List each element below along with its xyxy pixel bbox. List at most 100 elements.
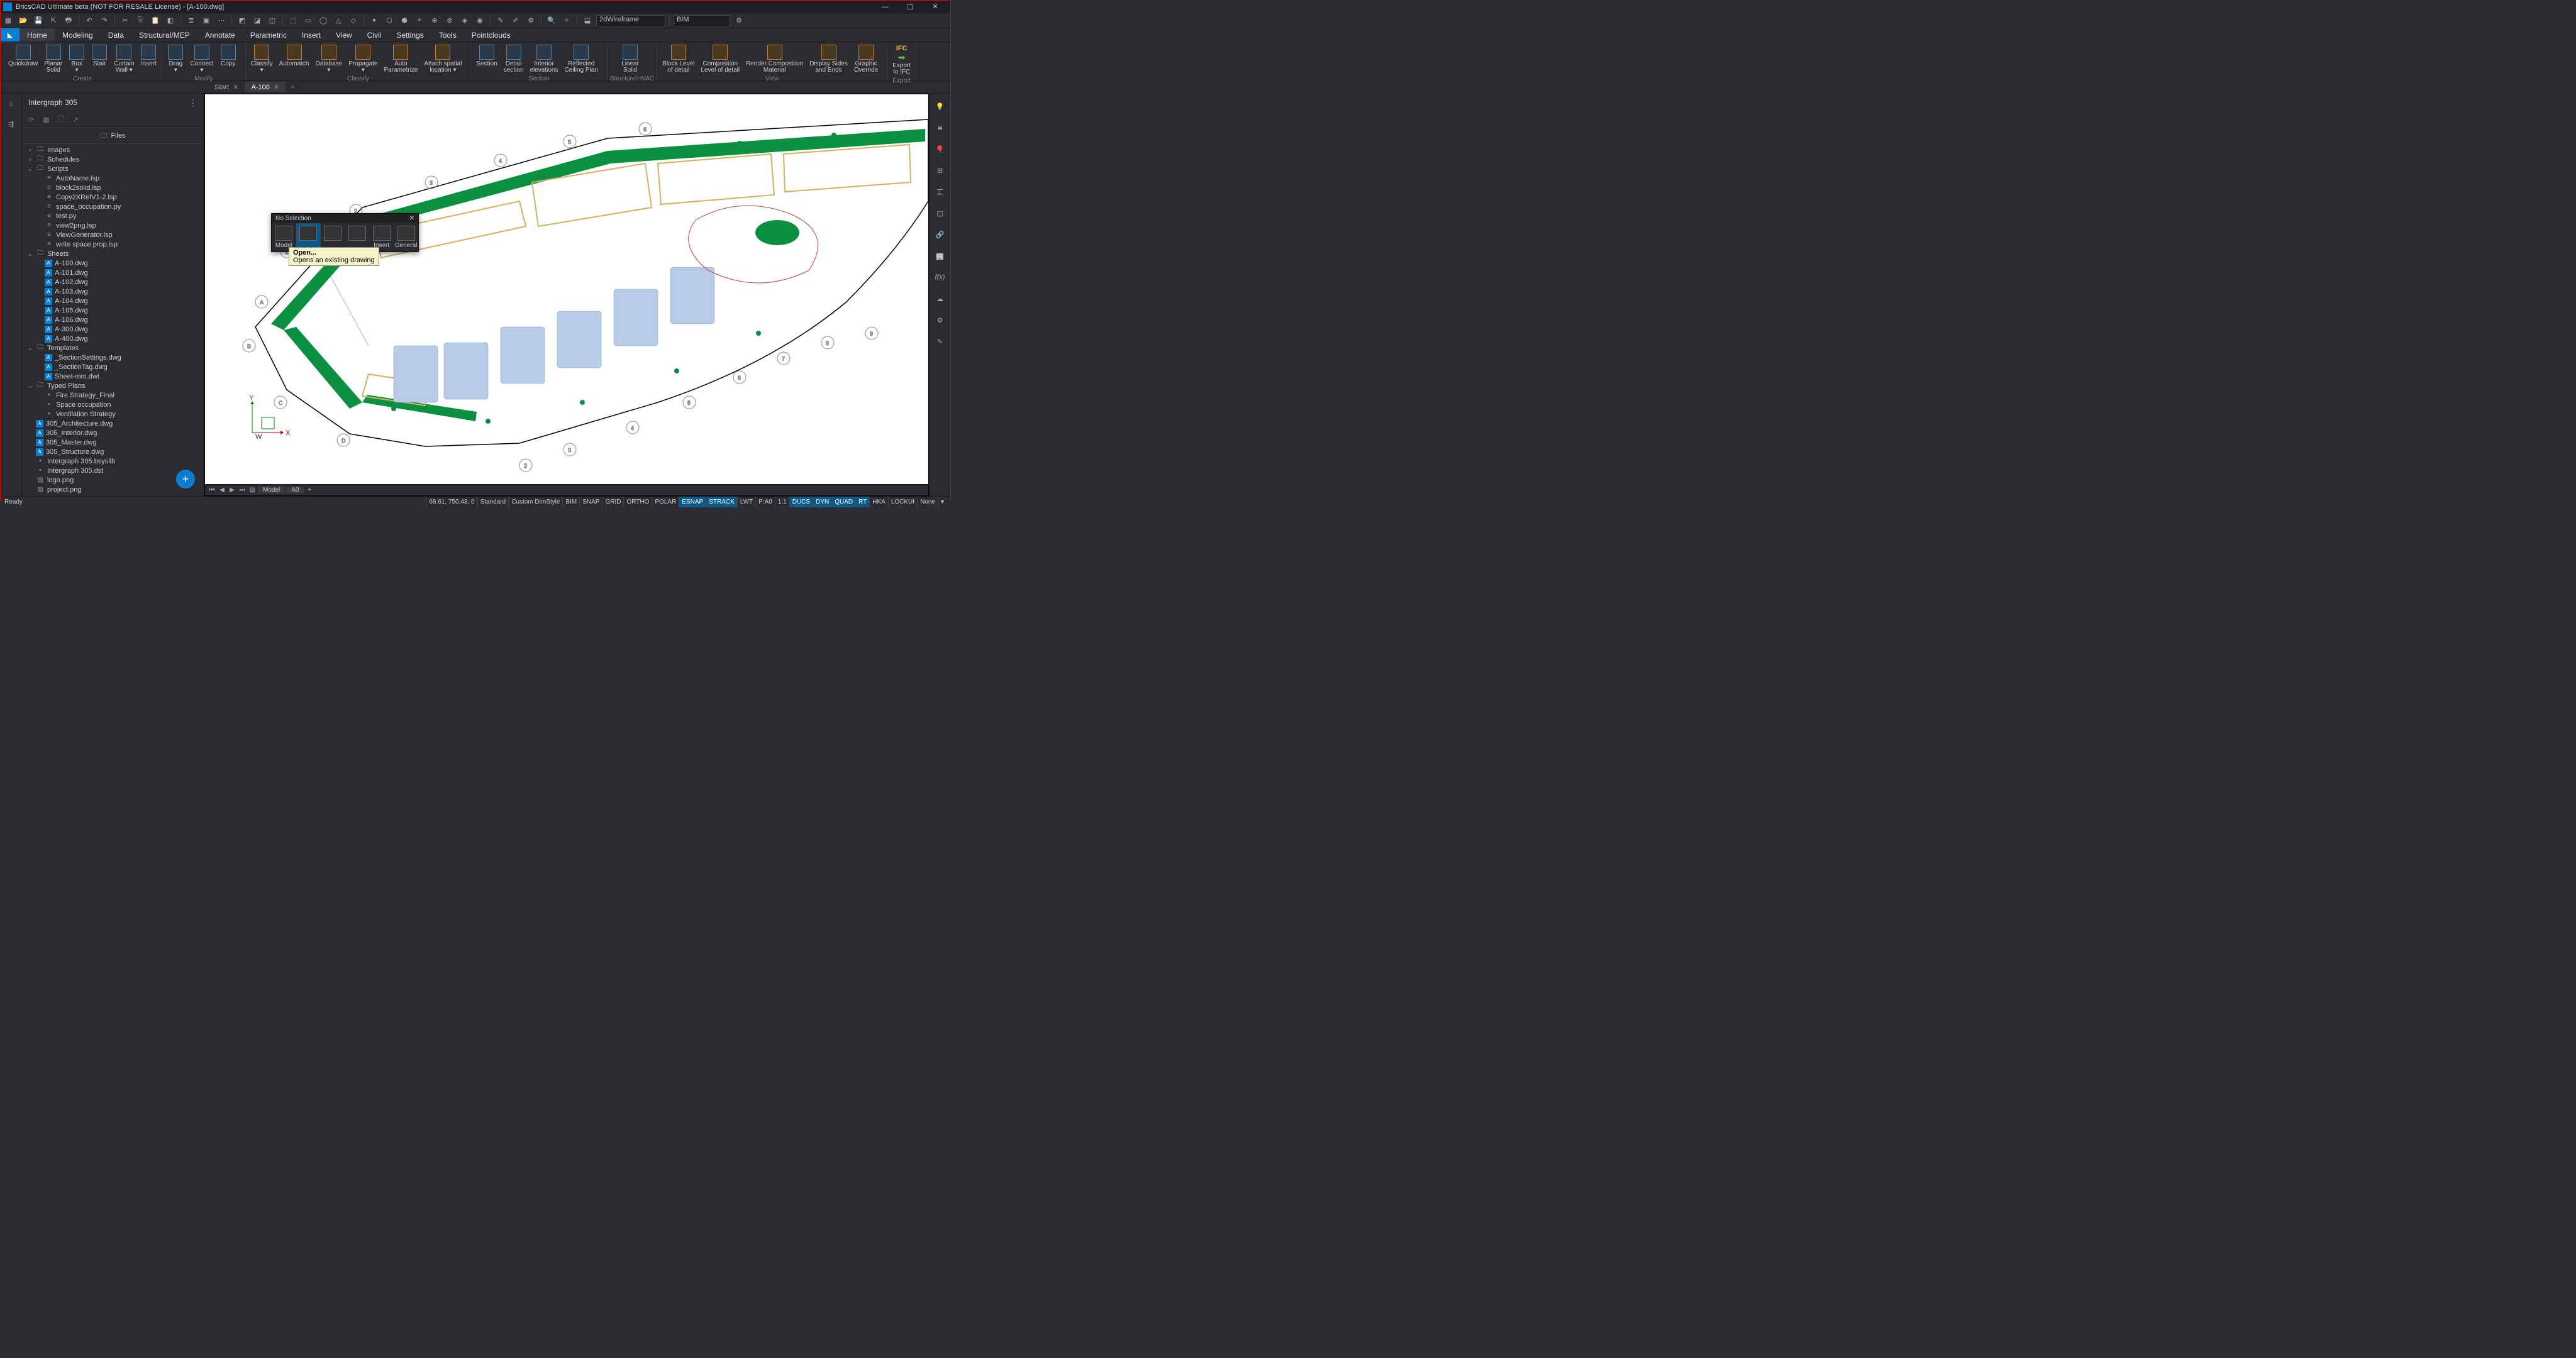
qat-icon[interactable]: ⊗ [443,14,456,27]
tree-dwg--sectiontag-dwg[interactable]: A_SectionTag.dwg [22,362,204,372]
menu-modeling[interactable]: Modeling [55,28,101,41]
menu-tools[interactable]: Tools [431,28,464,41]
files-tab[interactable]: 🗀 Files [22,128,204,144]
status-none[interactable]: None [917,497,938,507]
ribbon-render-composition-button[interactable]: Render Composition Material [743,43,806,75]
qat-icon[interactable]: ⌖ [413,14,426,27]
visual-style-combo[interactable]: 2dWireframe [596,15,665,26]
ribbon-curtain-button[interactable]: Curtain Wall ▾ [111,43,136,75]
qat-layer-icon[interactable]: ≣ [185,14,197,27]
export-ifc-button[interactable]: IFC ➡ Export to IFC [890,43,913,77]
app-menu-button[interactable]: ◣ [1,28,19,41]
status-lockui[interactable]: LOCKUI [888,497,917,507]
box-icon[interactable]: ◫ [934,207,947,219]
ribbon-block-level-button[interactable]: Block Level of detail [660,43,697,75]
link-icon[interactable]: 🔗 [934,228,947,241]
tab-first-icon[interactable]: ⏮ [208,487,216,494]
qat-redo-icon[interactable]: ↷ [98,14,111,27]
tree-dwg-a-106-dwg[interactable]: AA-106.dwg [22,315,204,324]
bim-icon[interactable]: 🏢 [934,250,947,262]
qat-icon[interactable]: ⬚ [287,14,299,27]
tree-dwg-a-100-dwg[interactable]: AA-100.dwg [22,258,204,268]
ribbon-drag-button[interactable]: Drag ▾ [165,43,186,75]
qat-block-icon[interactable]: ▣ [200,14,213,27]
tree-folder-scripts[interactable]: ⌄🗀Scripts [22,164,204,174]
tree-dwg-a-105-dwg[interactable]: AA-105.dwg [22,306,204,315]
status-p-a0[interactable]: P:A0 [755,497,775,507]
structure-icon[interactable]: ⇶ [5,118,18,130]
ribbon-propagate-button[interactable]: Propagate ▾ [346,43,380,75]
qat-save-icon[interactable]: 💾 [32,14,45,27]
tree-script-write-space-prop-lsp[interactable]: ≡write space prop.lsp [22,240,204,249]
tree-script-block2solid-lsp[interactable]: ≡block2solid.lsp [22,183,204,192]
ribbon-copy-button[interactable]: Copy [218,43,239,75]
grid-icon[interactable]: ▦ [43,116,49,124]
qat-undo-icon[interactable]: ↶ [83,14,96,27]
tree-folder-sheets[interactable]: ⌄🗀Sheets [22,249,204,258]
menu-structural/mep[interactable]: Structural/MEP [131,28,197,41]
refresh-icon[interactable]: ⟳ [28,116,34,124]
qat-icon[interactable]: ◩ [236,14,248,27]
qat-icon[interactable]: ⬡ [383,14,396,27]
gear-icon[interactable]: ⚙ [733,14,745,27]
doc-tab-a-100[interactable]: A-100✕ [245,82,286,92]
ribbon-interior-button[interactable]: Interior elevations [527,43,560,75]
tree-folder-schedules[interactable]: ›🗀Schedules [22,155,204,164]
status-dropdown-icon[interactable]: ▾ [938,497,947,507]
qat-paste-icon[interactable]: 📋 [149,14,162,27]
ribbon-quickdraw-button[interactable]: Quickdraw [6,43,40,75]
tree-lib-intergraph-305-bsyslib[interactable]: •Intergraph 305.bsyslib [22,456,204,466]
qat-icon[interactable]: ✎ [494,14,507,27]
panel-menu-icon[interactable]: ⋮ [189,97,197,108]
qat-icon[interactable]: ◇ [347,14,360,27]
qat-open-icon[interactable]: 📂 [17,14,30,27]
qat-icon[interactable]: ⬓ [581,14,594,27]
file-tree[interactable]: ›🗀Images›🗀Schedules⌄🗀Scripts≡AutoName.ls… [22,144,204,496]
tree-script-viewgenerator-lsp[interactable]: ≡ViewGenerator.lsp [22,230,204,240]
tree-dwg--sectionsettings-dwg[interactable]: A_SectionSettings.dwg [22,353,204,362]
status-strack[interactable]: STRACK [706,497,737,507]
qat-icon[interactable]: ✐ [509,14,522,27]
status-standard[interactable]: Standard [477,497,509,507]
quad-menu[interactable]: No Selection✕ ModelInsertGeneral [271,213,419,252]
status-dyn[interactable]: DYN [813,497,831,507]
ribbon-box-button[interactable]: Box ▾ [66,43,87,75]
ribbon-reflected-button[interactable]: Reflected Ceiling Plan [562,43,600,75]
ribbon-auto-button[interactable]: Auto Parametrize [381,43,420,75]
qat-icon[interactable]: ⚙ [525,14,537,27]
qat-icon[interactable]: ◪ [251,14,264,27]
profile-icon[interactable]: 工 [934,185,947,198]
tree-dwg-a-103-dwg[interactable]: AA-103.dwg [22,287,204,296]
tree-plain-fire-strategy-final[interactable]: •Fire Strategy_Final [22,390,204,400]
add-file-icon[interactable]: 🗋 [58,114,64,126]
tab-close-icon[interactable]: ✕ [233,83,238,91]
status-bim[interactable]: BIM [562,497,579,507]
tree-folder-typed-plans[interactable]: ⌄🗀Typed Plans [22,381,204,390]
ribbon-classify-button[interactable]: Classify ▾ [248,43,275,75]
tree-dwg-a-300-dwg[interactable]: AA-300.dwg [22,324,204,334]
tab-list-icon[interactable]: ▤ [248,487,257,494]
ribbon-section-button[interactable]: Section [474,43,499,75]
tree-dwg-a-101-dwg[interactable]: AA-101.dwg [22,268,204,277]
ribbon-automatch-button[interactable]: Automatch [277,43,312,75]
qat-icon[interactable]: 🔍 [545,14,558,27]
qat-copy-icon[interactable]: ⎘ [134,14,147,27]
menu-insert[interactable]: Insert [294,28,328,41]
status-snap[interactable]: SNAP [579,497,602,507]
menu-pointclouds[interactable]: Pointclouds [464,28,518,41]
tab-last-icon[interactable]: ⏭ [238,487,247,494]
tree-dwg-305-structure-dwg[interactable]: A305_Structure.dwg [22,447,204,456]
settings-icon[interactable]: ⚙ [934,314,947,326]
status-ducs[interactable]: DUCS [789,497,813,507]
status-quad[interactable]: QUAD [831,497,855,507]
close-button[interactable]: ✕ [923,1,948,13]
menu-parametric[interactable]: Parametric [243,28,294,41]
menu-settings[interactable]: Settings [389,28,431,41]
export-icon[interactable]: ↗ [72,116,78,124]
ribbon-display-sides-button[interactable]: Display Sides and Ends [807,43,850,75]
status-custom-dimstyle[interactable]: Custom DimStyle [508,497,562,507]
qat-icon[interactable]: ▭ [302,14,314,27]
status-hka[interactable]: HKA [869,497,888,507]
qat-cut-icon[interactable]: ✂ [119,14,131,27]
qat-icon[interactable]: ◫ [266,14,279,27]
